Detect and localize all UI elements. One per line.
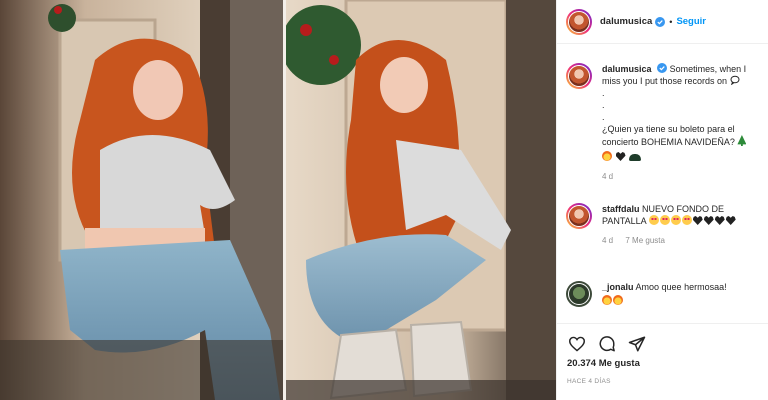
post-timestamp[interactable]: HACE 4 DÍAS	[567, 378, 611, 385]
black-heart-icon	[692, 216, 703, 225]
speech-bubble-icon	[730, 75, 740, 86]
post-actions: 20.374 Me gusta HACE 4 DÍAS	[557, 323, 768, 400]
comment-username[interactable]: staffdalu	[602, 204, 640, 214]
christmas-tree-icon	[737, 135, 747, 146]
post-media[interactable]	[0, 0, 556, 400]
post-header: dalumusica • Seguir	[557, 0, 768, 44]
comment-likes[interactable]: 7 Me gusta	[625, 236, 665, 245]
caption-age: 4 d	[602, 172, 614, 181]
comment-avatar[interactable]	[566, 203, 592, 229]
comment-button[interactable]	[597, 334, 617, 354]
instagram-post-modal: dalumusica • Seguir dalumusica Sometimes…	[0, 0, 768, 400]
post-details-panel: dalumusica • Seguir dalumusica Sometimes…	[556, 0, 768, 400]
comment-avatar[interactable]	[566, 281, 592, 307]
header-separator: •	[669, 16, 673, 27]
black-heart-icon	[714, 216, 725, 225]
likes-count[interactable]: 20.374 Me gusta	[567, 358, 640, 369]
author-username[interactable]: dalumusica	[600, 16, 652, 27]
action-icons	[567, 334, 647, 354]
share-button[interactable]	[627, 334, 647, 354]
share-icon	[628, 336, 646, 352]
cap-icon	[629, 154, 642, 161]
fire-face-icon	[613, 295, 623, 305]
comment-item: _jonalu Amoo quee hermosaa!	[566, 281, 766, 307]
caption-text-2: ¿Quien ya tiene su boleto para el concie…	[602, 124, 735, 147]
like-button[interactable]	[567, 334, 587, 354]
caption-item: dalumusica Sometimes, when I miss you I …	[566, 63, 766, 183]
fire-face-icon	[602, 151, 612, 161]
heart-eyes-icon	[681, 215, 692, 225]
caption-dot-1: .	[602, 88, 605, 98]
comment-username[interactable]: _jonalu	[602, 282, 634, 292]
verified-badge-icon	[655, 16, 666, 27]
author-avatar[interactable]	[566, 8, 592, 35]
heart-eyes-icon	[670, 215, 681, 225]
caption-meta: 4 d	[602, 171, 762, 183]
comment-age: 4 d	[602, 236, 614, 245]
heart-icon	[568, 336, 586, 352]
black-heart-icon	[725, 216, 736, 225]
heart-eyes-icon	[659, 215, 670, 225]
comments-list[interactable]: dalumusica Sometimes, when I miss you I …	[557, 45, 768, 323]
photo-left-image	[0, 0, 283, 400]
photo-left	[0, 0, 283, 400]
comment-icon	[599, 336, 615, 352]
comment-meta: 4 d 7 Me gusta	[602, 235, 762, 247]
black-heart-icon	[615, 152, 626, 161]
verified-badge-icon	[657, 63, 668, 73]
fire-face-icon	[602, 295, 612, 305]
photo-right-image	[286, 0, 556, 400]
comment-text: Amoo quee hermosaa!	[635, 282, 727, 292]
caption-username[interactable]: dalumusica	[602, 64, 652, 74]
black-heart-icon	[703, 216, 714, 225]
follow-button[interactable]: Seguir	[676, 16, 706, 27]
comment-item: staffdalu NUEVO FONDO DE PANTALLA 4 d 7 …	[566, 203, 766, 247]
caption-dot-2: .	[602, 100, 605, 110]
caption-avatar[interactable]	[566, 63, 592, 89]
heart-eyes-icon	[648, 215, 659, 225]
caption-dot-3: .	[602, 112, 605, 122]
photo-right	[286, 0, 556, 400]
